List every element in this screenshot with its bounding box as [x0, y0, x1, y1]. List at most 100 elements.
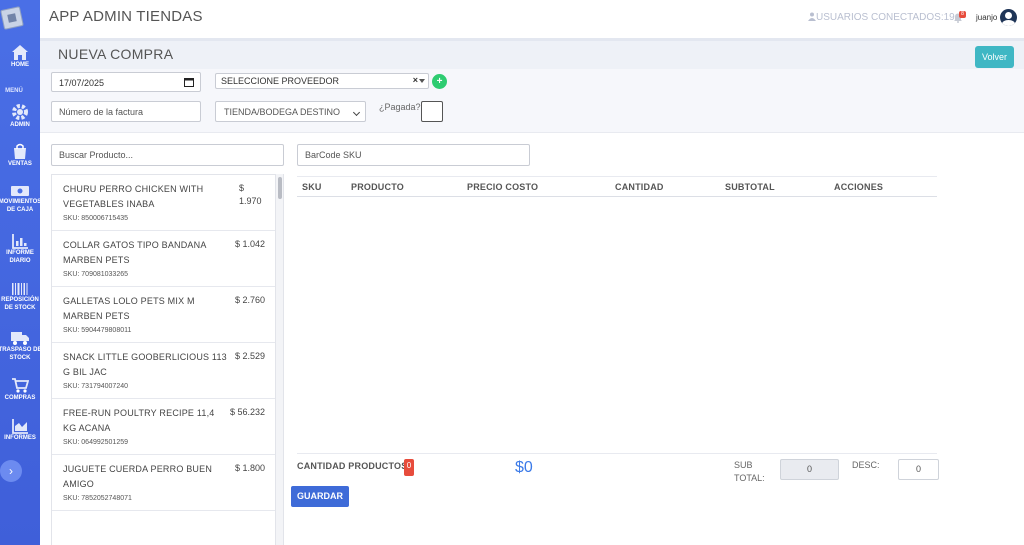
sidebar-item-label: ADMIN	[10, 122, 30, 128]
product-price: $ 2.529	[234, 351, 265, 361]
scrollbar-thumb[interactable]	[278, 177, 282, 199]
save-button[interactable]: GUARDAR	[291, 486, 349, 507]
paid-checkbox[interactable]	[421, 101, 443, 122]
sidebar-item-movimientos-caja[interactable]: MOVIMIENTOS DE CAJA	[0, 184, 40, 214]
product-sku: SKU: 064992501259	[63, 439, 128, 446]
sidebar-item-label-2: STOCK	[9, 355, 31, 361]
users-online-status: USUARIOS CONECTADOS:19	[808, 12, 955, 23]
purchase-table-body	[297, 197, 937, 454]
purchase-table-header: SKU PRODUCTO PRECIO COSTO CANTIDAD SUBTO…	[297, 176, 937, 197]
list-item[interactable]: JUGUETE CUERDA PERRO BUEN AMIGO $ 1.800 …	[52, 455, 275, 511]
add-supplier-button[interactable]: +	[432, 74, 447, 89]
sidebar-item-label: TRASPASO DE	[0, 347, 40, 353]
product-sku: SKU: 709081033265	[63, 271, 128, 278]
list-item[interactable]: FREE-RUN POULTRY RECIPE 11,4 KG ACANA $ …	[52, 399, 275, 455]
calendar-icon[interactable]	[184, 77, 194, 87]
sidebar-toggle-button[interactable]: ›	[0, 460, 22, 482]
chevron-down-icon	[352, 108, 361, 117]
list-item[interactable]: CHURU PERRO CHICKEN WITH VEGETABLES INAB…	[52, 175, 275, 231]
user-icon	[808, 12, 816, 21]
purchase-form: 17/07/2025 SELECCIONE PROVEEDOR × + Núme…	[40, 69, 1024, 133]
subtotal-label: SUB TOTAL:	[734, 459, 765, 485]
barcode-sku-input[interactable]: BarCode SKU	[297, 144, 530, 166]
top-bar: APP ADMIN TIENDAS USUARIOS CONECTADOS:19…	[40, 0, 1024, 38]
sidebar-item-label: REPOSICIÓN	[1, 297, 39, 303]
column-header-cantidad: CANTIDAD	[615, 182, 664, 192]
clear-supplier-button[interactable]: ×	[413, 75, 418, 85]
paid-label: ¿Pagada?	[379, 102, 421, 112]
product-name: COLLAR GATOS TIPO BANDANA MARBEN PETS	[63, 240, 207, 265]
sidebar-item-label-2: DIARIO	[9, 258, 31, 264]
product-sku: SKU: 731794007240	[63, 383, 128, 390]
column-header-subtotal: SUBTOTAL	[725, 182, 775, 192]
product-name: JUGUETE CUERDA PERRO BUEN AMIGO	[63, 464, 213, 489]
sidebar-item-reposicion-stock[interactable]: REPOSICIÓN DE STOCK	[0, 282, 40, 312]
sidebar-item-label: HOME	[11, 62, 29, 68]
list-item[interactable]: COLLAR GATOS TIPO BANDANA MARBEN PETS $ …	[52, 231, 275, 287]
total-amount: $0	[515, 459, 533, 476]
truck-icon	[11, 332, 29, 345]
gear-icon	[12, 104, 28, 120]
discount-label: DESC:	[852, 460, 880, 470]
avatar[interactable]	[1000, 9, 1017, 26]
product-price: $ 1.800	[234, 463, 265, 473]
sidebar-item-label: MOVIMIENTOS	[0, 199, 40, 205]
sidebar-item-informe-diario[interactable]: INFORME DIARIO	[0, 233, 40, 265]
column-header-producto: PRODUCTO	[351, 182, 404, 192]
page-title: NUEVA COMPRA	[58, 46, 174, 62]
list-item[interactable]: SNACK LITTLE GOOBERLICIOUS 113 G BIL JAC…	[52, 343, 275, 399]
page-header: NUEVA COMPRA Volver	[40, 38, 1024, 69]
invoice-number-input[interactable]: Número de la factura	[51, 101, 201, 122]
product-sku: SKU: 7852052748071	[63, 495, 132, 502]
store-destination-select[interactable]: TIENDA/BODEGA DESTINO	[215, 101, 366, 122]
product-price: $ 2.760	[234, 295, 265, 305]
bar-chart-icon	[12, 234, 28, 249]
barcode-icon	[12, 283, 28, 295]
sidebar-item-home[interactable]: HOME	[0, 44, 40, 69]
sidebar-item-compras[interactable]: COMPRAS	[0, 377, 40, 402]
sidebar-item-label: INFORMES	[4, 435, 36, 441]
sidebar-item-label: VENTAS	[8, 161, 32, 167]
notification-badge: 8	[959, 11, 966, 18]
supplier-value: SELECCIONE PROVEEDOR	[221, 76, 340, 86]
product-list: CHURU PERRO CHICKEN WITH VEGETABLES INAB…	[51, 174, 276, 545]
users-online-text: USUARIOS CONECTADOS:19	[816, 12, 955, 23]
cart-icon	[12, 378, 29, 393]
chevron-down-icon	[419, 79, 425, 83]
date-field[interactable]: 17/07/2025	[51, 72, 201, 92]
back-button[interactable]: Volver	[975, 46, 1014, 68]
sidebar-item-informes[interactable]: INFORMES	[0, 418, 40, 442]
list-item[interactable]: GALLETAS LOLO PETS MIX M MARBEN PETS $ 2…	[52, 287, 275, 343]
product-price: $ 56.232	[229, 407, 265, 417]
menu-title: MENÚ	[5, 88, 23, 94]
product-count-label: CANTIDAD PRODUCTOS	[297, 461, 408, 471]
product-price: $ 1.042	[234, 239, 265, 249]
username[interactable]: juanjo	[976, 13, 997, 22]
column-header-acciones: ACCIONES	[834, 182, 884, 192]
product-name: CHURU PERRO CHICKEN WITH VEGETABLES INAB…	[63, 184, 204, 209]
money-icon	[11, 186, 29, 196]
sidebar: HOME MENÚ ADMIN VENTAS MOVIMIENTOS DE CA…	[0, 0, 40, 545]
discount-input[interactable]: 0	[898, 459, 939, 480]
app-title: APP ADMIN TIENDAS	[49, 8, 203, 25]
sidebar-item-traspaso-stock[interactable]: TRASPASO DE STOCK	[0, 330, 40, 362]
area-chart-icon	[12, 419, 28, 434]
sidebar-item-label: COMPRAS	[4, 395, 36, 401]
column-header-precio-costo: PRECIO COSTO	[467, 182, 539, 192]
store-value: TIENDA/BODEGA DESTINO	[224, 107, 341, 117]
product-sku: SKU: 5904479808011	[63, 327, 132, 334]
app-logo[interactable]	[0, 6, 24, 30]
date-value: 17/07/2025	[59, 78, 105, 88]
product-price: $ 1.970	[239, 183, 262, 206]
home-icon	[12, 45, 28, 60]
product-sku: SKU: 850006715435	[63, 215, 128, 222]
sidebar-item-admin[interactable]: ADMIN	[0, 103, 40, 129]
subtotal-field: 0	[780, 459, 839, 480]
sidebar-item-ventas[interactable]: VENTAS	[0, 143, 40, 168]
product-search-input[interactable]: Buscar Producto...	[51, 144, 284, 166]
subtotal-label-line-2: TOTAL:	[734, 473, 765, 483]
sidebar-item-label-2: DE STOCK	[4, 305, 36, 311]
product-list-scrollbar[interactable]	[276, 174, 284, 545]
subtotal-label-line-1: SUB	[734, 460, 753, 470]
supplier-select[interactable]: SELECCIONE PROVEEDOR ×	[215, 73, 429, 89]
